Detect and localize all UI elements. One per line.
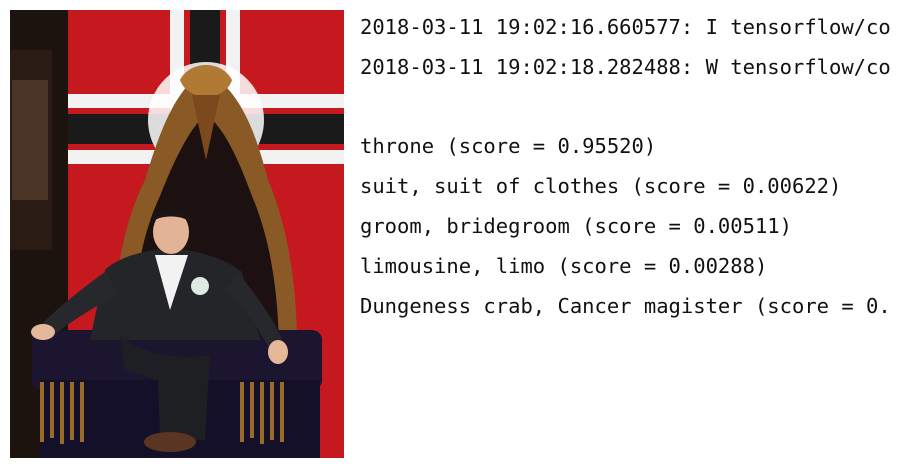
prediction-line: throne (score = 0.95520) xyxy=(360,134,657,158)
prediction-line: groom, bridegroom (score = 0.00511) xyxy=(360,214,792,238)
prediction-line: Dungeness crab, Cancer magister (score =… xyxy=(360,294,891,318)
log-line: 2018-03-11 19:02:18.282488: W tensorflow… xyxy=(360,55,891,79)
prediction-line: limousine, limo (score = 0.00288) xyxy=(360,254,768,278)
log-line: 2018-03-11 19:02:16.660577: I tensorflow… xyxy=(360,15,891,39)
screenshot-page: 2018-03-11 19:02:16.660577: I tensorflow… xyxy=(0,0,922,470)
throne-photo xyxy=(10,10,344,458)
prediction-line: suit, suit of clothes (score = 0.00622) xyxy=(360,174,842,198)
terminal-output: 2018-03-11 19:02:16.660577: I tensorflow… xyxy=(360,10,922,460)
